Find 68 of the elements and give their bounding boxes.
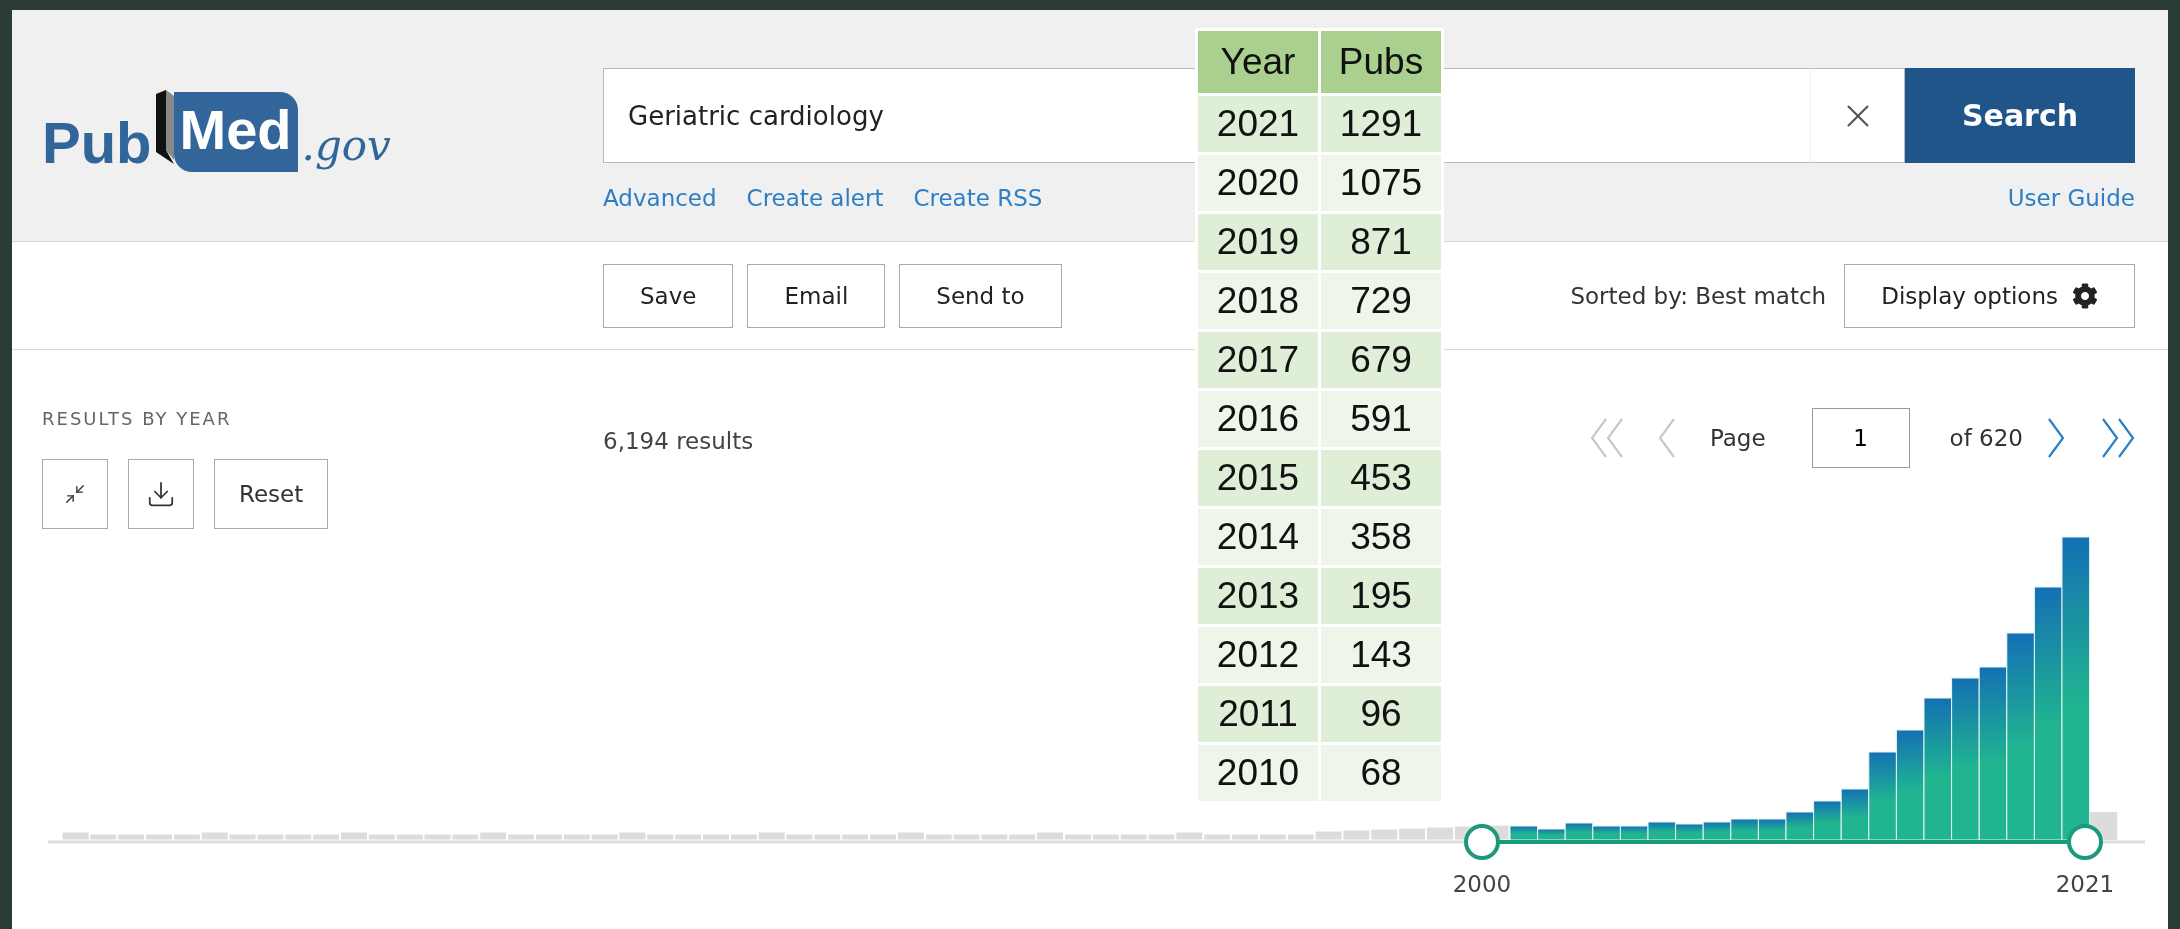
table-cell: 679: [1321, 332, 1441, 388]
range-end-handle[interactable]: [2067, 824, 2103, 860]
search-link[interactable]: Create RSS: [913, 185, 1043, 211]
table-cell: 453: [1321, 450, 1441, 506]
action-button[interactable]: Email: [747, 263, 886, 328]
table-cell: 2012: [1198, 627, 1318, 683]
histogram-bar: [1619, 825, 1649, 841]
last-page-icon: [2101, 417, 2135, 459]
search-link[interactable]: Create alert: [746, 185, 884, 211]
histogram-bar: [1813, 800, 1842, 841]
download-icon: [146, 479, 176, 509]
table-cell: 358: [1321, 509, 1441, 565]
table-cell: 2021: [1198, 96, 1318, 152]
last-page-button[interactable]: [2101, 417, 2135, 459]
collapse-arrows-icon: [64, 483, 86, 505]
action-button[interactable]: Send to: [899, 263, 1062, 328]
table-cell: 2015: [1198, 450, 1318, 506]
search-button[interactable]: Search: [1905, 68, 2135, 163]
settings-icon: [2072, 282, 2098, 309]
table-cell: 195: [1321, 568, 1441, 624]
sort-label: Sorted by: Best match: [1570, 282, 1827, 309]
table-cell: 2016: [1198, 391, 1318, 447]
collapse-button[interactable]: [42, 459, 108, 529]
table-cell: 1291: [1321, 96, 1441, 152]
table-cell: 68: [1321, 745, 1441, 801]
range-start-label: 2000: [1452, 871, 1512, 897]
search-link[interactable]: Advanced: [603, 185, 717, 211]
table-cell: 2010: [1198, 745, 1318, 801]
table-cell: 2014: [1198, 509, 1318, 565]
clear-button[interactable]: [1810, 68, 1905, 163]
display-options-button[interactable]: Display options: [1844, 263, 2135, 328]
histogram-bar: [1592, 825, 1621, 841]
table-cell: 871: [1321, 214, 1441, 270]
histogram-bar: [1675, 823, 1704, 841]
histogram-bar: [1785, 811, 1815, 841]
table-cell: 1075: [1321, 155, 1441, 211]
column-header: Pubs: [1321, 31, 1441, 93]
table-cell: 2018: [1198, 273, 1318, 329]
table-cell: 729: [1321, 273, 1441, 329]
histogram-bar: [1647, 821, 1677, 841]
table-cell: 591: [1321, 391, 1441, 447]
histogram-bar: [1702, 821, 1732, 841]
action-button[interactable]: Save: [603, 263, 734, 328]
next-page-icon: [2047, 417, 2065, 459]
histogram-bar: [1509, 825, 1539, 841]
page-label: Page: [1709, 425, 1766, 451]
reset-button[interactable]: Reset: [214, 459, 329, 529]
timeline-title: RESULTS BY YEAR: [42, 408, 233, 429]
table-cell: 2017: [1198, 332, 1318, 388]
first-page-icon: [1589, 417, 1624, 459]
next-page-button[interactable]: [2047, 417, 2065, 459]
table-cell: 2019: [1198, 214, 1318, 270]
table-cell: 2011: [1198, 686, 1318, 742]
previous-page-icon: [1657, 417, 1676, 459]
table-cell: 96: [1321, 686, 1441, 742]
range-end-label: 2021: [2055, 871, 2115, 897]
table-cell: 2013: [1198, 568, 1318, 624]
page-number-field[interactable]: 1: [1811, 408, 1910, 468]
column-header: Year: [1198, 31, 1318, 93]
table-cell: 2020: [1198, 155, 1318, 211]
table-cell: 143: [1321, 627, 1441, 683]
range-start-handle[interactable]: [1464, 824, 1500, 860]
user-guide-link[interactable]: User Guide: [2007, 185, 2135, 211]
histogram-bar: [1730, 818, 1759, 841]
results-count: 6,194 results: [603, 428, 754, 454]
page-count: of 620: [1949, 425, 2023, 451]
histogram-bar: [1757, 818, 1787, 841]
download-button[interactable]: [128, 459, 194, 529]
